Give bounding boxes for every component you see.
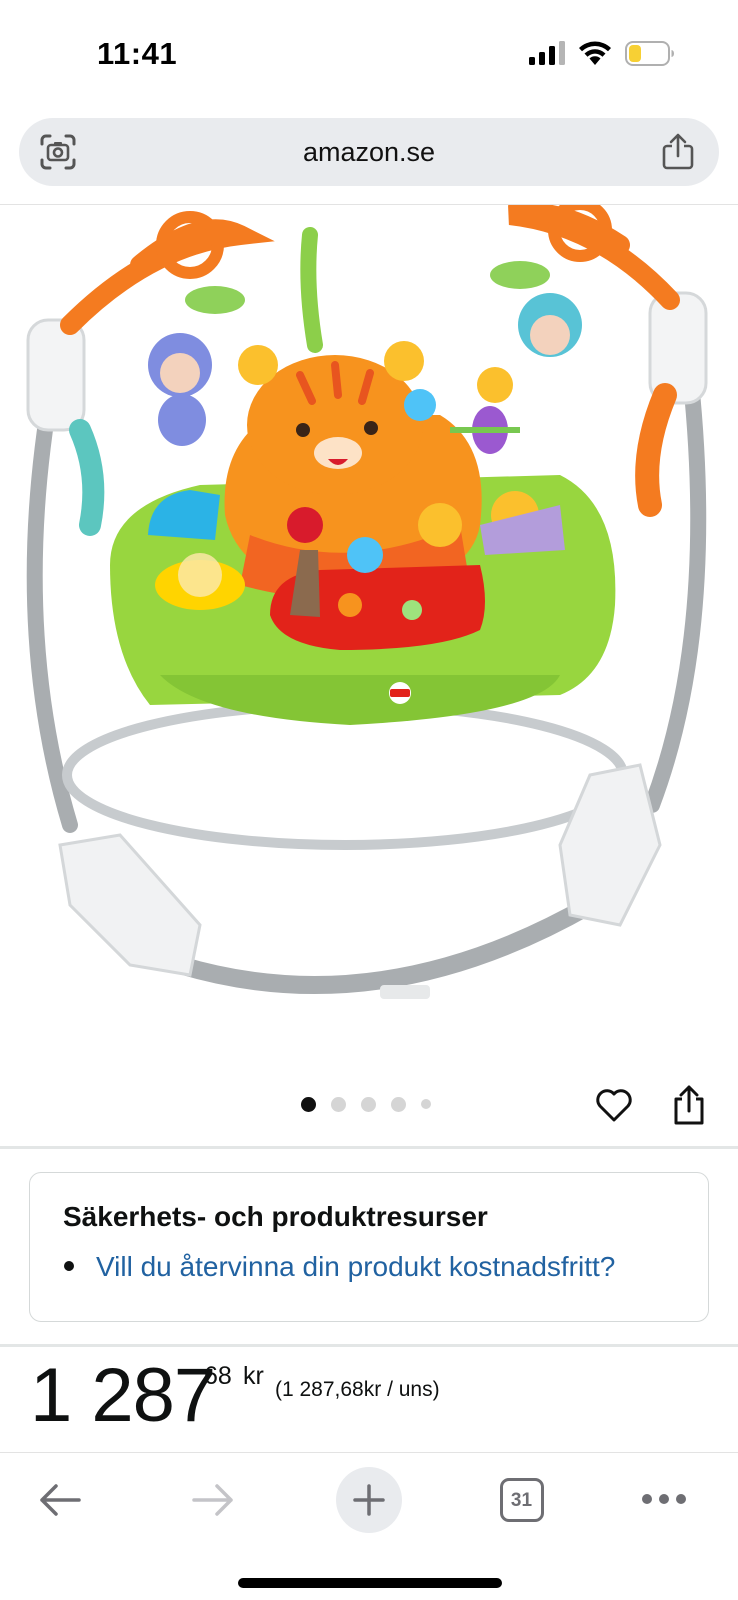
battery-icon bbox=[625, 41, 674, 66]
address-bar[interactable]: amazon.se bbox=[19, 118, 719, 186]
share-icon[interactable] bbox=[661, 132, 695, 170]
url-text[interactable]: amazon.se bbox=[19, 137, 719, 168]
tab-switcher-button[interactable]: 31 bbox=[500, 1478, 544, 1522]
section-divider bbox=[0, 1344, 738, 1347]
home-indicator bbox=[238, 1578, 502, 1588]
wifi-icon bbox=[579, 41, 611, 65]
price-fraction: 68 bbox=[204, 1362, 232, 1390]
heart-icon[interactable] bbox=[594, 1085, 634, 1125]
share-product-icon[interactable] bbox=[671, 1084, 707, 1126]
section-divider bbox=[0, 1146, 738, 1149]
status-time: 11:41 bbox=[97, 36, 178, 71]
plus-icon bbox=[353, 1484, 385, 1516]
cellular-signal-icon bbox=[529, 41, 565, 65]
carousel-dot-4[interactable] bbox=[391, 1096, 406, 1112]
image-carousel-dots[interactable] bbox=[301, 1096, 431, 1112]
carousel-dot-5[interactable] bbox=[421, 1099, 431, 1109]
more-options-icon[interactable] bbox=[641, 1491, 687, 1507]
unit-price: (1 287,68kr / uns) bbox=[275, 1378, 440, 1401]
browser-toolbar: 31 bbox=[0, 1453, 738, 1600]
product-image[interactable] bbox=[0, 205, 738, 1035]
safety-resources-title: Säkerhets- och produktresurser bbox=[63, 1201, 488, 1232]
forward-arrow-icon[interactable] bbox=[190, 1477, 236, 1523]
price-currency: kr bbox=[243, 1362, 264, 1390]
new-tab-button[interactable] bbox=[336, 1467, 402, 1533]
status-bar: 11:41 bbox=[0, 0, 738, 108]
carousel-dot-3[interactable] bbox=[361, 1096, 376, 1112]
price-whole: 1 287 bbox=[30, 1353, 216, 1438]
carousel-dot-1[interactable] bbox=[301, 1096, 316, 1112]
recycle-product-link[interactable]: Vill du återvinna din produkt kostnadsfr… bbox=[96, 1251, 615, 1283]
safety-resources-box: Säkerhets- och produktresurser Vill du å… bbox=[29, 1172, 709, 1322]
bullet-point bbox=[64, 1261, 74, 1271]
carousel-dot-2[interactable] bbox=[331, 1096, 346, 1112]
back-arrow-icon[interactable] bbox=[37, 1477, 83, 1523]
tab-count: 31 bbox=[510, 1490, 533, 1511]
